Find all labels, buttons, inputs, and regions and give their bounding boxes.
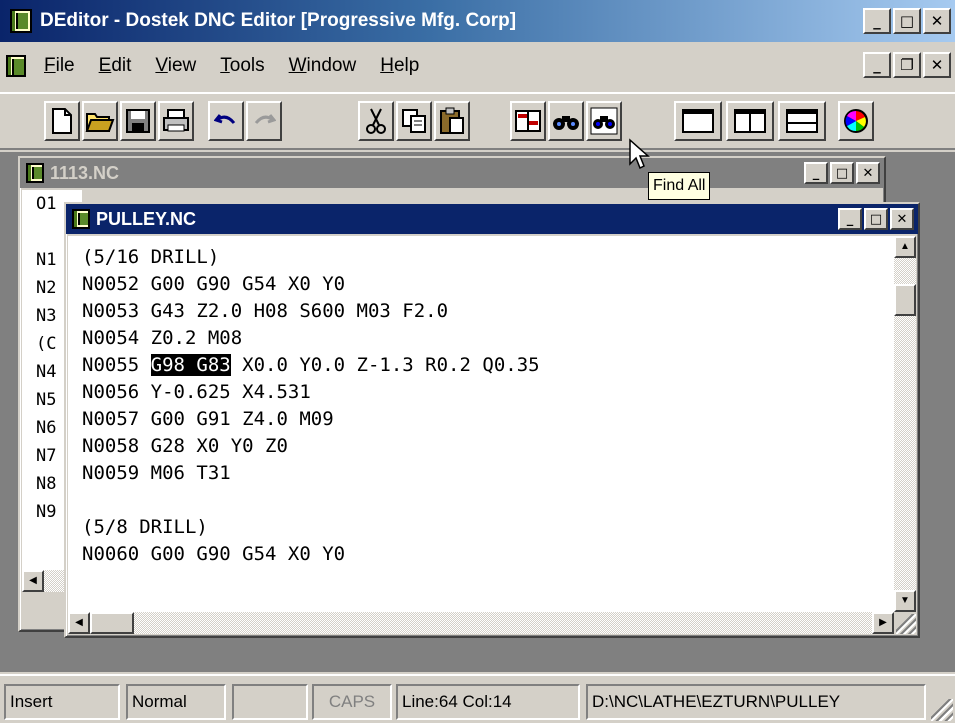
code-line: N0053 G43 Z2.0 H08 S600 M03 F2.0 — [82, 300, 449, 322]
status-blank — [232, 684, 308, 720]
menu-view[interactable]: View — [155, 55, 196, 77]
close-button[interactable]: ✕ — [890, 208, 914, 230]
open-icon[interactable] — [82, 101, 118, 141]
vertical-scrollbar[interactable]: ▲ ▼ — [894, 236, 916, 612]
code-line: N0052 G00 G90 G54 X0 Y0 — [82, 273, 346, 295]
scroll-thumb[interactable] — [894, 284, 916, 316]
status-view: Normal — [126, 684, 226, 720]
menu-file[interactable]: File — [44, 55, 75, 77]
doc-minimize-button[interactable]: _ — [863, 52, 891, 78]
mdi-client-area: 1113.NC _ □ ✕ O1 N1 N2 N3 (C N4 N5 N6 N7… — [0, 152, 955, 672]
window-title: 1113.NC — [50, 162, 120, 183]
resize-grip[interactable] — [931, 699, 953, 721]
code-line: N0058 G28 X0 Y0 Z0 — [82, 435, 288, 457]
menu-help[interactable]: Help — [380, 55, 419, 77]
code-line-selected: N0055 G98 G83 X0.0 Y0.0 Z-1.3 R0.2 Q0.35 — [68, 352, 894, 379]
close-button[interactable]: ✕ — [856, 162, 880, 184]
mouse-cursor-icon — [629, 138, 650, 170]
minimize-button[interactable]: _ — [838, 208, 862, 230]
status-mode: Insert — [4, 684, 120, 720]
document-icon — [72, 209, 90, 229]
document-menu-icon[interactable] — [6, 55, 26, 77]
code-line: N0056 Y-0.625 X4.531 — [82, 381, 311, 403]
menu-window[interactable]: Window — [289, 55, 357, 77]
menu-bar: File Edit View Tools Window Help _ ❐ ✕ — [0, 44, 955, 88]
scroll-left-button[interactable]: ◀ — [22, 570, 44, 592]
minimize-button[interactable]: _ — [863, 8, 891, 34]
line-suffix: X0.0 Y0.0 Z-1.3 R0.2 Q0.35 — [230, 354, 540, 376]
find-all-icon[interactable] — [586, 101, 622, 141]
menu-edit[interactable]: Edit — [99, 55, 132, 77]
scroll-down-button[interactable]: ▼ — [894, 590, 916, 612]
print-icon[interactable] — [158, 101, 194, 141]
app-title-bar[interactable]: DEditor - Dostek DNC Editor [Progressive… — [0, 0, 955, 42]
paste-icon[interactable] — [434, 101, 470, 141]
scroll-up-button[interactable]: ▲ — [894, 236, 916, 258]
horizontal-scrollbar[interactable]: ◀ ▶ — [68, 612, 894, 634]
selected-text[interactable]: G98 G83 — [150, 354, 231, 376]
line-prefix: N0055 — [82, 354, 151, 376]
doc-restore-button[interactable]: ❐ — [893, 52, 921, 78]
code-line: N0054 Z0.2 M08 — [82, 327, 243, 349]
split-vertical-icon[interactable] — [726, 101, 774, 141]
app-title: DEditor - Dostek DNC Editor [Progressive… — [40, 10, 517, 31]
menu-tools[interactable]: Tools — [220, 55, 264, 77]
maximize-button[interactable]: □ — [893, 8, 921, 34]
color-icon[interactable] — [838, 101, 874, 141]
editor-text-area[interactable]: (5/16 DRILL) N0052 G00 G90 G54 X0 Y0 N00… — [68, 236, 894, 612]
window-title: PULLEY.NC — [96, 208, 197, 229]
toolbar — [0, 92, 955, 150]
code-line: (5/8 DRILL) — [82, 516, 208, 538]
status-path: D:\NC\LATHE\EZTURN\PULLEY — [586, 684, 926, 720]
new-icon[interactable] — [44, 101, 80, 141]
code-line: N0059 M06 T31 — [82, 462, 231, 484]
cut-icon[interactable] — [358, 101, 394, 141]
size-grip[interactable] — [894, 612, 916, 634]
scroll-left-button[interactable]: ◀ — [68, 612, 90, 634]
doc-close-button[interactable]: ✕ — [923, 52, 951, 78]
maximize-button[interactable]: □ — [830, 162, 854, 184]
find-icon[interactable] — [548, 101, 584, 141]
code-line: N0057 G00 G91 Z4.0 M09 — [82, 408, 334, 430]
single-view-icon[interactable] — [674, 101, 722, 141]
maximize-button[interactable]: □ — [864, 208, 888, 230]
status-position: Line:64 Col:14 — [396, 684, 580, 720]
tooltip: Find All — [648, 172, 711, 200]
document-window-pulley[interactable]: PULLEY.NC _ □ ✕ (5/16 DRILL) N0052 G00 G… — [64, 202, 920, 638]
scroll-thumb[interactable] — [90, 612, 134, 634]
minimize-button[interactable]: _ — [804, 162, 828, 184]
close-button[interactable]: ✕ — [923, 8, 951, 34]
scroll-right-button[interactable]: ▶ — [872, 612, 894, 634]
copy-icon[interactable] — [396, 101, 432, 141]
compare-icon[interactable] — [510, 101, 546, 141]
window-title-bar[interactable]: 1113.NC _ □ ✕ — [20, 158, 884, 188]
status-caps: CAPS — [312, 684, 392, 720]
app-icon[interactable] — [10, 9, 32, 33]
redo-icon[interactable] — [246, 101, 282, 141]
code-line: (5/16 DRILL) — [82, 246, 220, 268]
status-bar: Insert Normal CAPS Line:64 Col:14 D:\NC\… — [0, 674, 955, 723]
undo-icon[interactable] — [208, 101, 244, 141]
document-icon — [26, 163, 44, 183]
save-icon[interactable] — [120, 101, 156, 141]
window-title-bar[interactable]: PULLEY.NC _ □ ✕ — [66, 204, 918, 234]
code-line: N0060 G00 G90 G54 X0 Y0 — [82, 543, 346, 565]
split-horizontal-icon[interactable] — [778, 101, 826, 141]
